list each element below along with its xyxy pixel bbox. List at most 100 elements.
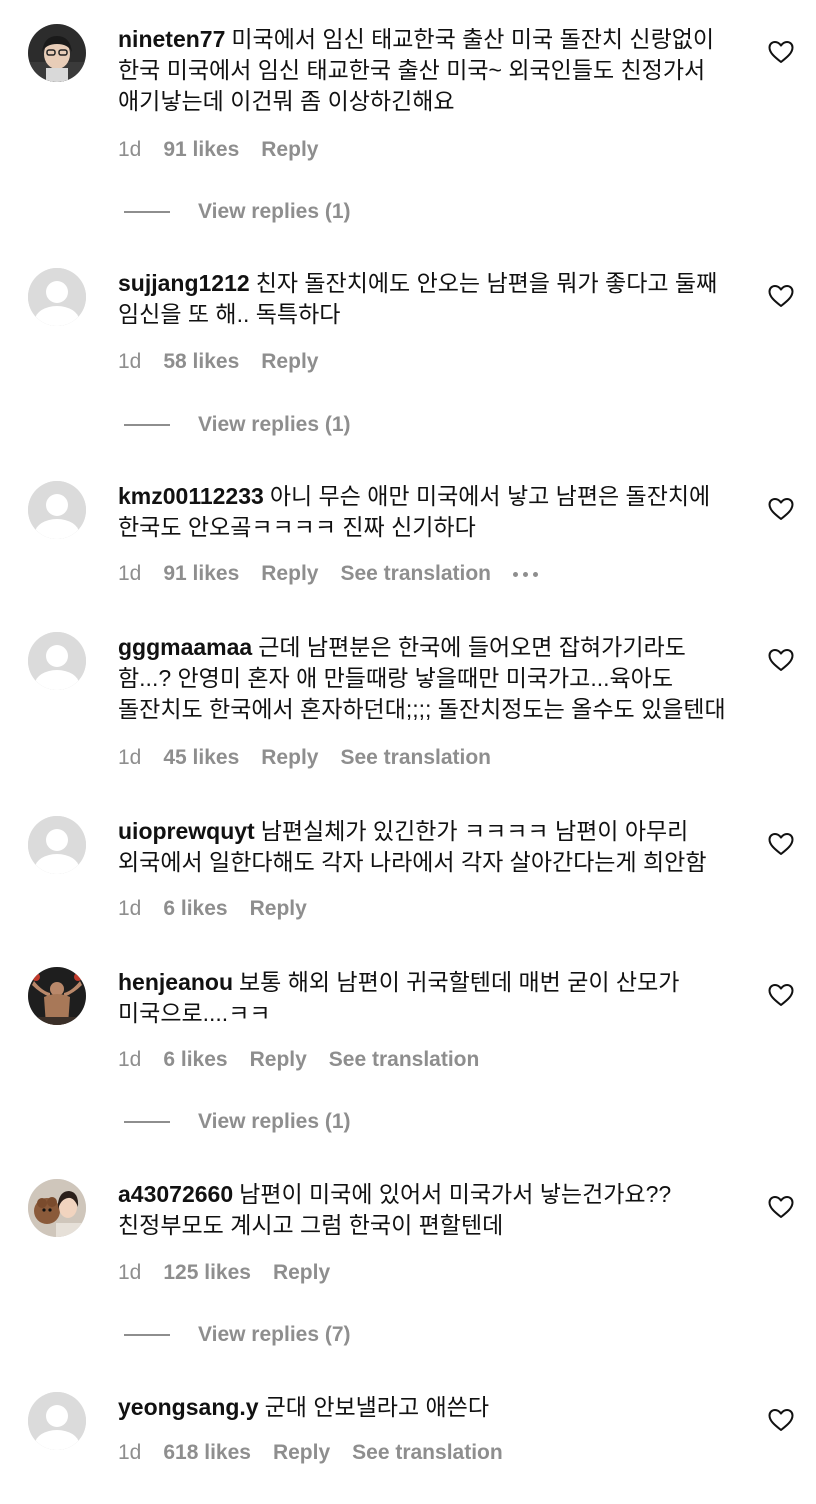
comment-time: 1d — [118, 1048, 142, 1071]
comment-meta: 1d 6 likes Reply — [118, 894, 329, 924]
heart-outline-icon — [768, 1409, 794, 1431]
replies-divider-line — [124, 211, 170, 213]
view-replies-label: View replies (1) — [198, 413, 351, 436]
reply-button[interactable]: Reply — [273, 1441, 330, 1465]
view-replies-button[interactable]: View replies (7) — [124, 1320, 351, 1350]
avatar[interactable] — [28, 632, 86, 690]
comment-username[interactable]: henjeanou — [118, 969, 233, 995]
profile-photo-icon — [28, 967, 86, 1025]
see-translation-button[interactable]: See translation — [340, 746, 491, 770]
comment-meta: 1d 618 likes Reply See translation — [118, 1438, 525, 1468]
avatar[interactable] — [28, 1392, 86, 1450]
comment-time: 1d — [118, 138, 142, 161]
default-user-icon — [28, 481, 86, 539]
heart-outline-icon — [768, 833, 794, 855]
ellipsis-icon-dot — [513, 571, 519, 577]
comment-meta: 1d 91 likes Reply See translation — [118, 559, 539, 589]
comment-body: uioprewquyt 남편실체가 있긴한가 ㅋㅋㅋㅋ 남편이 아무리 외국에서 … — [118, 816, 738, 878]
comment-time: 1d — [118, 350, 142, 373]
like-button[interactable] — [768, 284, 794, 308]
reply-button[interactable]: Reply — [273, 1261, 330, 1285]
comment-body: gggmaamaa 근데 남편분은 한국에 들어오면 잡혀가기라도 함...? 안… — [118, 632, 738, 725]
likes-count[interactable]: 45 likes — [163, 746, 239, 770]
comment-username[interactable]: kmz00112233 — [118, 483, 264, 509]
see-translation-button[interactable]: See translation — [340, 562, 491, 586]
default-user-icon — [28, 1392, 86, 1450]
default-user-icon — [28, 632, 86, 690]
avatar[interactable] — [28, 1179, 86, 1237]
comment-time: 1d — [118, 1441, 142, 1464]
replies-divider-line — [124, 1121, 170, 1123]
profile-photo-icon — [28, 24, 86, 82]
avatar[interactable] — [28, 816, 86, 874]
avatar[interactable] — [28, 967, 86, 1025]
comment-time: 1d — [118, 746, 142, 769]
view-replies-button[interactable]: View replies (1) — [124, 197, 351, 227]
view-replies-button[interactable]: View replies (1) — [124, 410, 351, 440]
see-translation-button[interactable]: See translation — [329, 1048, 480, 1072]
comment-body: nineten77 미국에서 임신 태교한국 출산 미국 돌잔치 신랑없이 한국 … — [118, 24, 738, 117]
comment-username[interactable]: gggmaamaa — [118, 634, 252, 660]
reply-button[interactable]: Reply — [261, 562, 318, 586]
likes-count[interactable]: 6 likes — [163, 1048, 227, 1072]
comment-username[interactable]: sujjang1212 — [118, 270, 250, 296]
comment-meta: 1d 125 likes Reply — [118, 1258, 352, 1288]
comment-text: 군대 안보낼라고 애쓴다 — [264, 1394, 489, 1420]
reply-button[interactable]: Reply — [261, 350, 318, 374]
heart-outline-icon — [768, 984, 794, 1006]
reply-button[interactable]: Reply — [250, 1048, 307, 1072]
avatar[interactable] — [28, 268, 86, 326]
comment-time: 1d — [118, 562, 142, 585]
comment-body: henjeanou 보통 해외 남편이 귀국할텐데 매번 굳이 산모가 미국으로.… — [118, 967, 738, 1029]
default-user-icon — [28, 816, 86, 874]
view-replies-label: View replies (1) — [198, 1110, 351, 1133]
comment-username[interactable]: uioprewquyt — [118, 818, 255, 844]
like-button[interactable] — [768, 832, 794, 856]
reply-button[interactable]: Reply — [261, 138, 318, 162]
likes-count[interactable]: 125 likes — [163, 1261, 251, 1285]
comment-meta: 1d 6 likes Reply See translation — [118, 1045, 501, 1075]
view-replies-button[interactable]: View replies (1) — [124, 1107, 351, 1137]
view-replies-label: View replies (7) — [198, 1323, 351, 1346]
like-button[interactable] — [768, 1408, 794, 1432]
comment-body: a43072660 남편이 미국에 있어서 미국가서 낳는건가요??친정부모도 계… — [118, 1179, 738, 1241]
heart-outline-icon — [768, 285, 794, 307]
likes-count[interactable]: 58 likes — [163, 350, 239, 374]
like-button[interactable] — [768, 983, 794, 1007]
comment-username[interactable]: yeongsang.y — [118, 1394, 259, 1420]
like-button[interactable] — [768, 1195, 794, 1219]
comment-body: sujjang1212 친자 돌잔치에도 안오는 남편을 뭐가 좋다고 둘째 임신… — [118, 268, 738, 330]
heart-outline-icon — [768, 41, 794, 63]
like-button[interactable] — [768, 497, 794, 521]
comment-meta: 1d 58 likes Reply — [118, 347, 340, 377]
see-translation-button[interactable]: See translation — [352, 1441, 503, 1465]
reply-button[interactable]: Reply — [250, 897, 307, 921]
default-user-icon — [28, 268, 86, 326]
comment-meta: 1d 45 likes Reply See translation — [118, 743, 513, 773]
ellipsis-icon-dot — [523, 571, 529, 577]
comment-username[interactable]: a43072660 — [118, 1181, 233, 1207]
profile-photo-icon — [28, 1179, 86, 1237]
comment-meta: 1d 91 likes Reply — [118, 135, 340, 165]
heart-outline-icon — [768, 1196, 794, 1218]
more-options-button[interactable] — [513, 564, 539, 584]
likes-count[interactable]: 91 likes — [163, 562, 239, 586]
avatar[interactable] — [28, 24, 86, 82]
comment-username[interactable]: nineten77 — [118, 26, 225, 52]
heart-outline-icon — [768, 498, 794, 520]
avatar[interactable] — [28, 481, 86, 539]
replies-divider-line — [124, 1334, 170, 1336]
like-button[interactable] — [768, 40, 794, 64]
likes-count[interactable]: 6 likes — [163, 897, 227, 921]
heart-outline-icon — [768, 649, 794, 671]
likes-count[interactable]: 618 likes — [163, 1441, 251, 1465]
likes-count[interactable]: 91 likes — [163, 138, 239, 162]
comment-time: 1d — [118, 1261, 142, 1284]
comment-body: yeongsang.y 군대 안보낼라고 애쓴다 — [118, 1392, 738, 1423]
ellipsis-icon-dot — [533, 571, 539, 577]
replies-divider-line — [124, 424, 170, 426]
like-button[interactable] — [768, 648, 794, 672]
view-replies-label: View replies (1) — [198, 200, 351, 223]
comment-time: 1d — [118, 897, 142, 920]
reply-button[interactable]: Reply — [261, 746, 318, 770]
